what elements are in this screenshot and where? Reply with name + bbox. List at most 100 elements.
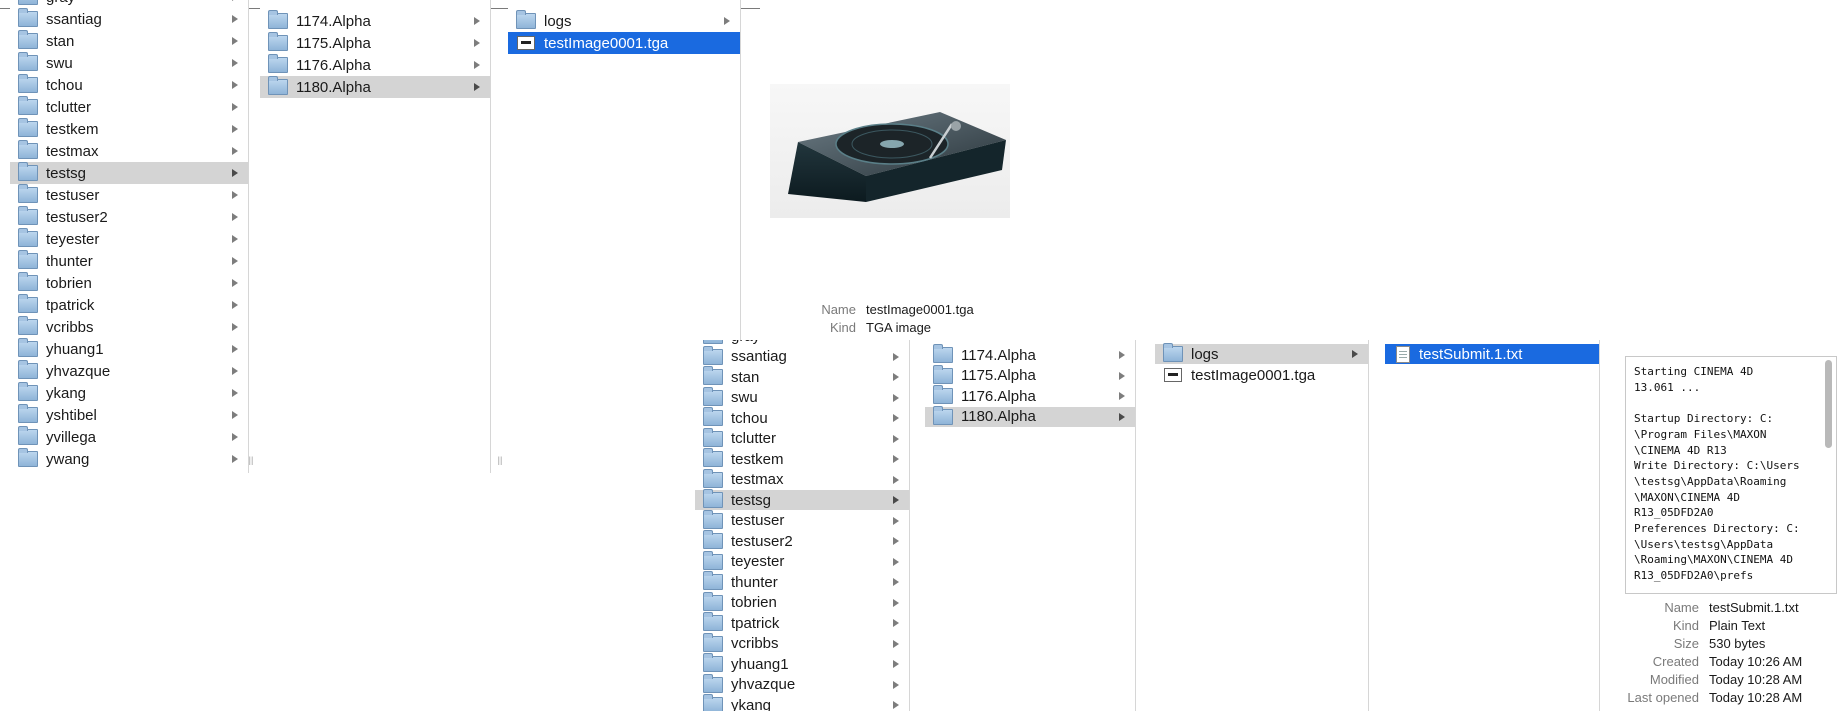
item-label: testSubmit.1.txt [1419,345,1523,363]
folder-icon [703,340,723,344]
file-name-value: testImage0001.tga [866,301,974,317]
file-kind-value: Plain Text [1709,617,1766,633]
folder-icon [18,118,38,137]
chevron-right-icon [893,475,899,484]
image-file-icon [1164,368,1182,382]
chevron-right-icon [232,345,238,353]
list-item-tga-file[interactable]: testImage0001.tga [1155,365,1368,385]
list-item-folder[interactable]: thunter [695,571,909,592]
list-item-folder[interactable]: ssantiag [695,345,909,367]
list-item-folder[interactable]: testkem [695,448,909,469]
list-item-folder[interactable]: tpatrick [10,294,248,316]
list-item-folder[interactable]: 1176.Alpha [260,54,490,76]
chevron-right-icon [893,496,899,504]
item-label: yhvazque [731,676,796,693]
folder-icon [703,468,723,488]
list-item-folder[interactable]: tobrien [10,272,248,294]
users-column[interactable]: gray ssantiag stan swu tchou tclutter testkem t… [695,340,910,711]
text-file-icon [1396,345,1410,363]
column-resize-handle[interactable]: || [246,454,256,466]
info-key: Name [821,301,856,317]
list-item-folder[interactable]: yvillega [10,426,248,448]
jobs-column[interactable]: 1174.Alpha 1175.Alpha 1176.Alpha 1180.Alpha [925,340,1136,711]
list-item-folder[interactable]: teyester [695,550,909,572]
list-item-folder[interactable]: gray [10,0,248,8]
list-item-folder[interactable]: 1175.Alpha [260,32,490,54]
list-item-folder[interactable]: thunter [10,250,248,272]
chevron-right-icon [893,701,899,709]
folder-icon [703,694,723,711]
list-item-logs[interactable]: logs [1155,343,1368,364]
list-item-folder[interactable]: testsg [10,162,248,184]
chevron-right-icon [893,414,899,422]
chevron-right-icon [893,352,899,361]
list-item-folder[interactable]: tchou [10,74,248,96]
list-item-folder[interactable]: 1180.Alpha [260,76,490,98]
folder-icon [18,338,38,357]
list-item-folder[interactable]: 1180.Alpha [925,405,1135,427]
list-item-logs[interactable]: logs [508,10,740,32]
list-item-folder[interactable]: testuser [695,509,909,531]
list-item-folder[interactable]: testkem [10,118,248,140]
folder-icon [18,426,38,445]
list-item-folder[interactable]: tpatrick [695,612,909,633]
folder-icon [18,294,38,313]
list-item-folder[interactable]: testsg [695,489,909,510]
folder-icon [18,206,38,225]
list-item-folder[interactable]: testmax [10,140,248,162]
chevron-right-icon [893,393,899,402]
list-item-folder[interactable]: teyester [10,228,248,250]
list-item-folder[interactable]: testuser2 [695,530,909,551]
logs-column[interactable]: testSubmit.1.txt [1385,340,1600,711]
list-item-folder[interactable]: 1175.Alpha [925,364,1135,386]
list-item-folder[interactable]: stan [10,30,248,52]
item-label: 1176.Alpha [961,387,1036,405]
jobs-column[interactable]: 1174.Alpha 1175.Alpha 1176.Alpha 1180.Alpha [260,0,491,473]
list-item-folder[interactable]: tchou [695,407,909,428]
list-item-folder[interactable]: 1174.Alpha [925,344,1135,365]
users-column[interactable]: gray ssantiag stan swu tchou tclutter testkem t… [10,0,249,473]
list-item-folder[interactable]: 1174.Alpha [260,10,490,32]
list-item-txt-file[interactable]: testSubmit.1.txt [1385,344,1599,364]
list-item-folder[interactable]: yhuang1 [10,338,248,360]
item-label: testkem [46,120,99,138]
item-label: ywang [46,450,90,468]
list-item-folder[interactable]: tclutter [10,96,248,118]
list-item-folder[interactable]: swu [10,52,248,74]
list-item-folder[interactable]: testmax [695,468,909,490]
list-item-folder[interactable]: testuser [10,184,248,206]
chevron-right-icon [893,680,899,689]
list-item-folder[interactable]: 1176.Alpha [925,385,1135,406]
list-item-folder[interactable]: tclutter [695,427,909,449]
text-file-preview[interactable]: Starting CINEMA 4D 13.061 ... Startup Di… [1625,356,1837,594]
list-item-folder[interactable]: yshtibel [10,404,248,426]
item-label: swu [46,54,73,72]
list-item-folder[interactable]: yhuang1 [695,653,909,674]
list-item-folder[interactable]: vcribbs [10,316,248,338]
list-item-folder[interactable]: ykang [10,382,248,404]
item-label: stan [46,32,75,50]
list-item-folder[interactable]: vcribbs [695,632,909,654]
item-label: swu [731,389,758,406]
folder-icon [18,360,38,379]
text-preview-scrollbar[interactable] [1825,360,1832,448]
list-item-tga-file[interactable]: testImage0001.tga [508,32,740,54]
folder-icon [703,509,723,529]
list-item-folder[interactable]: swu [695,386,909,408]
list-item-folder[interactable]: ywang [10,448,248,470]
chevron-right-icon [232,257,238,265]
list-item-folder[interactable]: gray [695,340,909,346]
list-item-folder[interactable]: ykang [695,694,909,711]
list-item-folder[interactable]: stan [695,366,909,387]
list-item-folder[interactable]: tobrien [695,591,909,613]
list-item-folder[interactable]: ssantiag [10,8,248,30]
folder-icon [703,673,723,693]
list-item-folder[interactable]: yhvazque [10,360,248,382]
list-item-folder[interactable]: yhvazque [695,673,909,695]
chevron-right-icon [893,619,899,627]
info-key: Size [1673,635,1699,651]
chevron-right-icon [1352,350,1358,358]
list-item-folder[interactable]: testuser2 [10,206,248,228]
files-column[interactable]: logs testImage0001.tga [1155,340,1369,711]
column-resize-handle[interactable]: || [495,454,505,466]
